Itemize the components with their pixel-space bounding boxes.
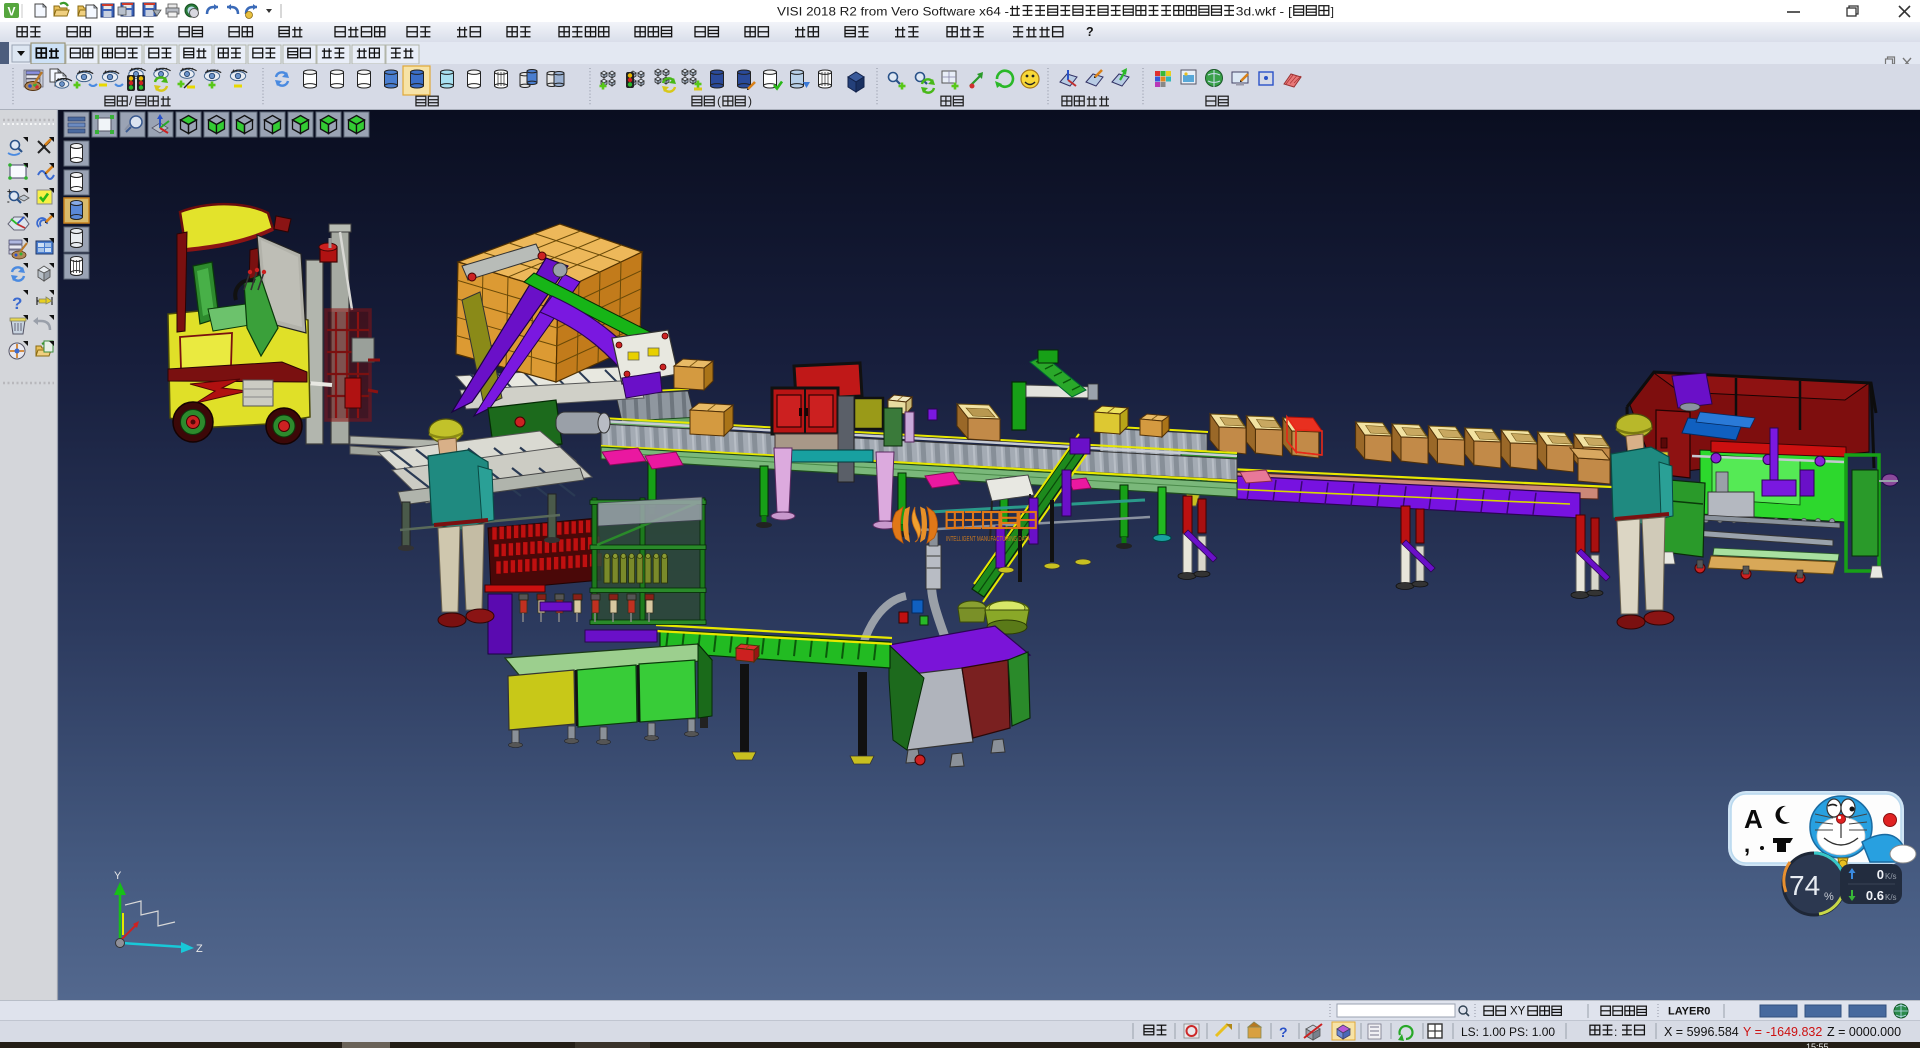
svg-text:0.6: 0.6: [1866, 888, 1884, 903]
svg-text:Y =: Y =: [1743, 1025, 1762, 1039]
svg-text:LS: 1.00 PS: 1.00: LS: 1.00 PS: 1.00: [1461, 1025, 1555, 1039]
svg-text:(: (: [717, 94, 721, 108]
svg-text:): ): [748, 94, 752, 108]
svg-text:VISI 2018 R2 from Vero Softwar: VISI 2018 R2 from Vero Software x64 -: [777, 5, 1009, 19]
svg-text:3d.wkf - [: 3d.wkf - [: [1236, 5, 1293, 19]
svg-text:K/s: K/s: [1885, 893, 1897, 902]
svg-text:V: V: [7, 5, 15, 19]
svg-text:XY: XY: [1510, 1006, 1526, 1018]
svg-text:?: ?: [1279, 1024, 1288, 1040]
svg-text:Z = 0000.000: Z = 0000.000: [1827, 1025, 1901, 1039]
svg-text:LAYER0: LAYER0: [1668, 1006, 1710, 1018]
svg-text:-: -: [7, 197, 10, 206]
svg-text:0: 0: [1877, 867, 1884, 882]
svg-text:?: ?: [12, 294, 22, 313]
svg-text:-1649.832: -1649.832: [1766, 1025, 1822, 1039]
svg-text:74: 74: [1789, 870, 1820, 901]
svg-text:+: +: [7, 187, 12, 196]
svg-text:K/s: K/s: [1885, 872, 1897, 881]
svg-text:INTELLIGENT MANUFACTURING DATA: INTELLIGENT MANUFACTURING DATA: [946, 536, 1030, 543]
svg-text:%: %: [1824, 891, 1834, 903]
svg-text:?: ?: [1086, 25, 1094, 39]
svg-text:X = 5996.584: X = 5996.584: [1664, 1025, 1739, 1039]
svg-text:,: ,: [1744, 832, 1750, 857]
svg-text:Y: Y: [114, 870, 122, 882]
svg-text::: :: [1614, 1025, 1617, 1039]
svg-text:A: A: [1744, 804, 1763, 834]
svg-text:]: ]: [1331, 5, 1334, 19]
svg-text:Z: Z: [196, 943, 203, 955]
svg-text:15:55: 15:55: [1806, 1042, 1829, 1048]
